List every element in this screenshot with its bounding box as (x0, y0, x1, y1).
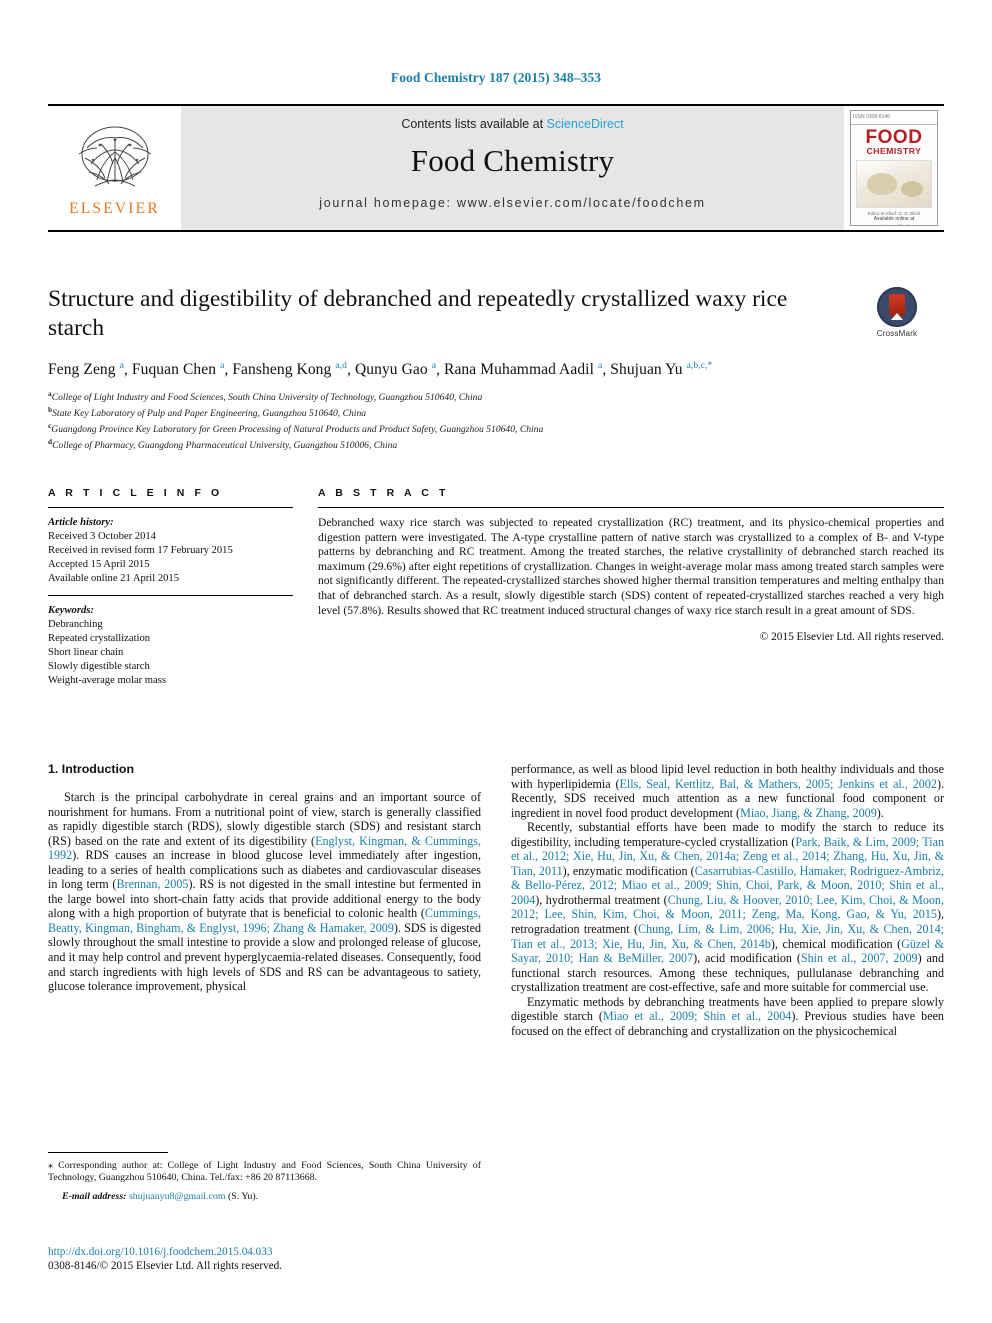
cover-issn: ISSN 0308-8146 (851, 111, 937, 125)
cover-title-line1: FOOD (865, 127, 923, 148)
article-history-label: Article history: (48, 517, 114, 528)
info-abstract-section: A R T I C L E I N F O Article history: R… (48, 487, 944, 688)
affiliation-text: Guangdong Province Key Laboratory for Gr… (51, 423, 544, 435)
intro-paragraph: Enzymatic methods by debranching treatme… (511, 994, 944, 1038)
doi-block: http://dx.doi.org/10.1016/j.foodchem.201… (48, 1245, 481, 1273)
contents-list-line: Contents lists available at ScienceDirec… (401, 117, 623, 131)
abstract-column: A B S T R A C T Debranched waxy rice sta… (318, 487, 944, 688)
doi-link[interactable]: http://dx.doi.org/10.1016/j.foodchem.201… (48, 1245, 481, 1259)
body-column-right: performance, as well as blood lipid leve… (511, 762, 944, 1038)
issn-copyright-line: 0308-8146/© 2015 Elsevier Ltd. All right… (48, 1260, 283, 1272)
abstract-text: Debranched waxy rice starch was subjecte… (318, 516, 944, 617)
affiliation-item: dCollege of Pharmacy, Guangdong Pharmace… (48, 436, 944, 452)
body-columns: 1. Introduction Starch is the principal … (48, 762, 944, 1038)
crossmark-badge[interactable]: CrossMark (866, 287, 928, 338)
article-history-item: Received in revised form 17 February 201… (48, 545, 233, 556)
footnote-divider (48, 1152, 168, 1153)
running-head: Food Chemistry 187 (2015) 348–353 (390, 70, 602, 85)
keyword-item: Short linear chain (48, 647, 124, 658)
cover-strip: Available online at www.sciencedirect.co… (868, 216, 920, 225)
contents-prefix: Contents lists available at (401, 117, 547, 131)
divider (48, 595, 293, 596)
keyword-item: Weight-average molar mass (48, 675, 166, 686)
affiliation-item: cGuangdong Province Key Laboratory for G… (48, 420, 944, 436)
page-title: Structure and digestibility of debranche… (48, 286, 788, 341)
divider (48, 507, 293, 508)
masthead-center: Contents lists available at ScienceDirec… (181, 106, 844, 230)
keywords-label: Keywords: (48, 605, 94, 616)
article-history-item: Accepted 15 April 2015 (48, 559, 150, 570)
abstract-heading: A B S T R A C T (318, 487, 449, 499)
journal-homepage-link[interactable]: journal homepage: www.elsevier.com/locat… (319, 196, 706, 210)
article-history-item: Received 3 October 2014 (48, 531, 156, 542)
affiliation-text: College of Pharmacy, Guangdong Pharmaceu… (52, 439, 398, 451)
cover-artwork (856, 160, 932, 208)
divider (318, 507, 944, 508)
affiliation-item: bState Key Laboratory of Pulp and Paper … (48, 404, 944, 420)
journal-title: Food Chemistry (410, 143, 615, 178)
intro-paragraph: performance, as well as blood lipid leve… (511, 762, 944, 820)
affiliation-text: State Key Laboratory of Pulp and Paper E… (52, 408, 367, 420)
article-history-item: Available online 21 April 2015 (48, 573, 180, 584)
email-label: E-mail address: (62, 1191, 127, 1203)
affiliation-text: College of Light Industry and Food Scien… (51, 392, 483, 404)
abstract-copyright: © 2015 Elsevier Ltd. All rights reserved… (759, 631, 944, 644)
author-list: Feng Zeng a, Fuquan Chen a, Fansheng Kon… (48, 361, 713, 379)
journal-masthead: ELSEVIER Contents lists available at Sci… (48, 104, 944, 232)
crossmark-icon (877, 287, 917, 327)
keyword-item: Debranching (48, 619, 103, 630)
intro-paragraph: Starch is the principal carbohydrate in … (48, 790, 481, 994)
sciencedirect-link[interactable]: ScienceDirect (547, 117, 624, 131)
corresponding-author-text: ⁎ Corresponding author at: College of Li… (48, 1160, 481, 1184)
elsevier-logo: ELSEVIER (48, 106, 181, 230)
email-line: E-mail address: shujuanyu8@gmail.com (S.… (48, 1191, 481, 1203)
title-block: Structure and digestibility of debranche… (48, 285, 944, 451)
keyword-item: Slowly digestible starch (48, 661, 150, 672)
intro-paragraph: Recently, substantial efforts have been … (511, 820, 945, 995)
cover-title-line2: CHEMISTRY (866, 146, 922, 156)
journal-article-page: Food Chemistry 187 (2015) 348–353 ELSEVI… (0, 0, 992, 1323)
affiliation-list: aCollege of Light Industry and Food Scie… (48, 388, 944, 451)
article-info-heading: A R T I C L E I N F O (48, 487, 223, 499)
email-suffix: (S. Yu). (228, 1191, 259, 1203)
crossmark-triangle-shape (891, 313, 903, 320)
keyword-item: Repeated crystallization (48, 633, 151, 644)
corresponding-author-footnote: ⁎ Corresponding author at: College of Li… (48, 1152, 481, 1203)
elsevier-tree-icon (67, 120, 163, 198)
email-link[interactable]: shujuanyu8@gmail.com (129, 1191, 226, 1202)
elsevier-wordmark: ELSEVIER (69, 200, 160, 217)
body-column-left: 1. Introduction Starch is the principal … (48, 762, 481, 1038)
article-info-column: A R T I C L E I N F O Article history: R… (48, 487, 293, 688)
journal-cover-thumbnail: ISSN 0308-8146 FOOD CHEMISTRY Editor-in-… (844, 106, 944, 230)
section-heading-introduction: 1. Introduction (48, 762, 135, 776)
crossmark-label: CrossMark (876, 329, 918, 338)
affiliation-item: aCollege of Light Industry and Food Scie… (48, 388, 944, 404)
